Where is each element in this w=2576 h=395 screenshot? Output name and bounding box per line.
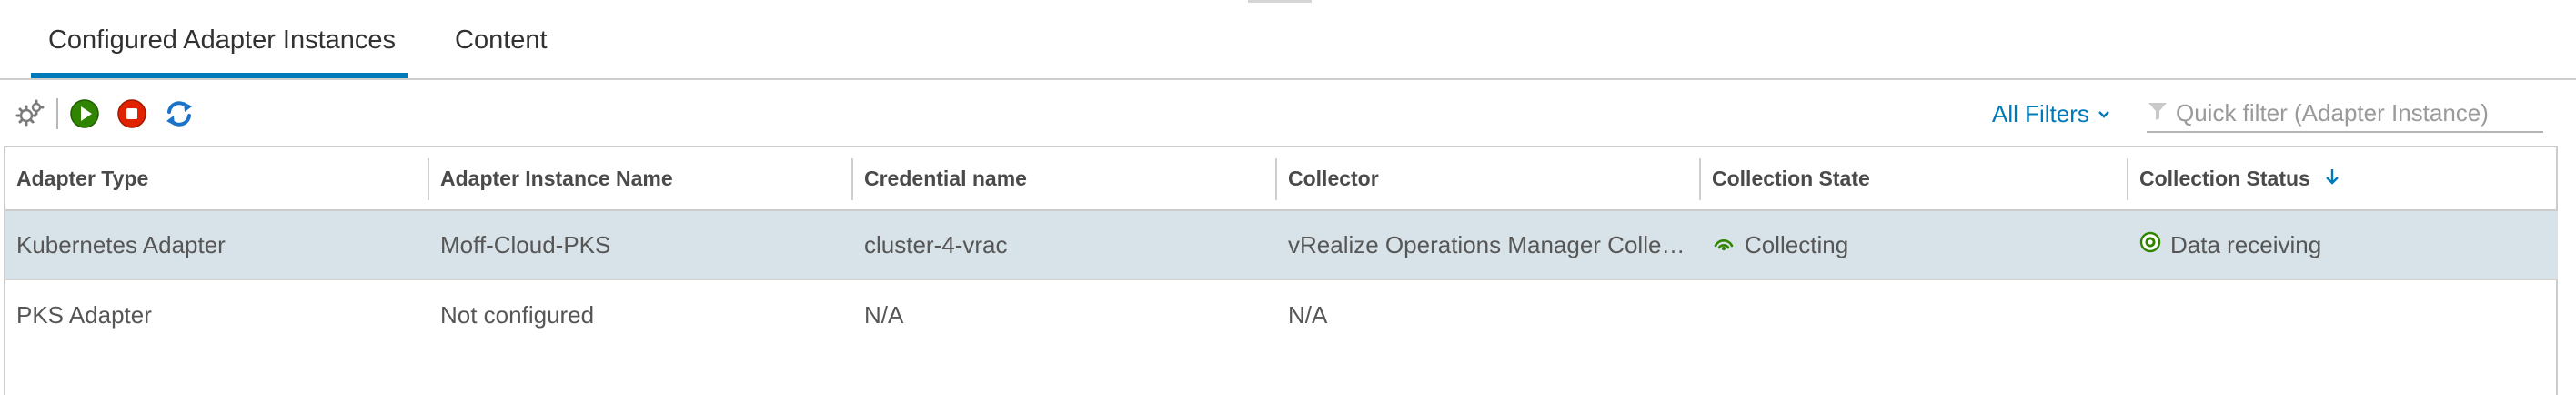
cell-collector: N/A xyxy=(1288,300,1328,329)
column-header-label: Credential name xyxy=(864,166,1027,190)
all-filters-label: All Filters xyxy=(1992,99,2089,127)
cell-collection-state: Collecting xyxy=(1701,211,2128,279)
column-header-label: Collection State xyxy=(1712,166,1870,190)
cell-collection-status: Data receiving xyxy=(2128,211,2558,279)
status-ok-icon xyxy=(2139,231,2170,259)
column-header-credential-name[interactable]: Credential name xyxy=(853,147,1277,209)
cell-instance-name: Not configured xyxy=(440,300,595,329)
column-header-adapter-type[interactable]: Adapter Type xyxy=(5,147,429,209)
chevron-down-icon xyxy=(2097,100,2111,128)
collecting-icon xyxy=(1712,230,1745,260)
cell-instance-name: Moff-Cloud-PKS xyxy=(440,230,611,258)
column-header-collector[interactable]: Collector xyxy=(1277,147,1701,209)
column-header-label: Collector xyxy=(1288,166,1379,190)
start-icon[interactable] xyxy=(69,98,100,129)
cell-collection-status xyxy=(2128,280,2558,349)
collection-state-text: Collecting xyxy=(1745,230,1849,258)
toolbar: All Filters xyxy=(0,84,2576,144)
tab-configured-adapter-instances[interactable]: Configured Adapter Instances xyxy=(35,0,409,80)
cell-collection-state xyxy=(1701,280,2128,349)
table-row[interactable]: PKS Adapter Not configured N/A N/A xyxy=(5,280,2558,349)
active-tab-indicator xyxy=(31,73,408,78)
sort-descending-icon[interactable] xyxy=(2325,167,2340,191)
cell-credential: N/A xyxy=(864,300,904,329)
column-header-collection-state[interactable]: Collection State xyxy=(1701,147,2128,209)
column-header-collection-status[interactable]: Collection Status xyxy=(2128,147,2558,209)
column-header-adapter-instance-name[interactable]: Adapter Instance Name xyxy=(429,147,853,209)
quick-filter xyxy=(2147,95,2543,133)
cell-adapter-type: PKS Adapter xyxy=(16,300,152,329)
column-header-label: Adapter Instance Name xyxy=(440,166,673,190)
cell-credential: cluster-4-vrac xyxy=(864,230,1008,258)
configure-icon[interactable] xyxy=(15,98,45,129)
refresh-icon[interactable] xyxy=(164,98,195,129)
grid-header-row: Adapter Type Adapter Instance Name Crede… xyxy=(5,147,2558,211)
adapter-instances-grid: Adapter Type Adapter Instance Name Crede… xyxy=(4,146,2558,395)
column-header-label: Adapter Type xyxy=(16,166,149,190)
stop-icon[interactable] xyxy=(116,98,147,129)
all-filters-dropdown[interactable]: All Filters xyxy=(1992,98,2111,129)
column-resize-handle[interactable] xyxy=(2556,158,2558,200)
collector-name: vRealize Operations Manager Collector xyxy=(1288,230,1688,258)
table-row[interactable]: Kubernetes Adapter Moff-Cloud-PKS cluste… xyxy=(5,211,2558,280)
tab-content[interactable]: Content xyxy=(455,0,555,80)
cell-adapter-type: Kubernetes Adapter xyxy=(16,230,226,258)
cell-collector: vRealize Operations Manager Collector xyxy=(1277,211,1701,279)
filter-icon xyxy=(2147,100,2168,127)
quick-filter-input[interactable] xyxy=(2174,97,2523,128)
column-header-label: Collection Status xyxy=(2139,166,2310,190)
toolbar-separator xyxy=(56,98,58,129)
collection-status-text: Data receiving xyxy=(2170,230,2322,258)
tab-bar: Configured Adapter Instances Content xyxy=(0,0,2576,80)
